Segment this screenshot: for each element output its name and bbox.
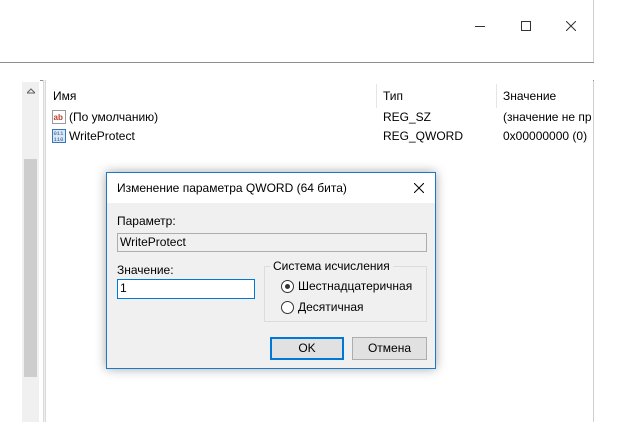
tree-scrollbar[interactable] (22, 82, 39, 422)
maximize-button[interactable] (503, 0, 549, 52)
radio-selected-dot (285, 284, 290, 289)
dialog-close-button[interactable] (409, 178, 429, 198)
radio-decimal[interactable] (281, 301, 294, 314)
dialog-titlebar[interactable]: Изменение параметра QWORD (64 бита) (107, 173, 435, 203)
address-bar[interactable] (0, 62, 594, 81)
cancel-button[interactable]: Отмена (352, 337, 427, 360)
value-type: REG_QWORD (383, 129, 464, 143)
column-header-type[interactable]: Тип (383, 86, 403, 106)
value-data: (значение не пр (503, 110, 592, 124)
list-item[interactable]: 011 110 WriteProtect REG_QWORD 0x0000000… (46, 127, 593, 146)
value-name: (По умолчанию) (69, 110, 159, 124)
value-input[interactable]: 1 (117, 279, 255, 299)
svg-text:110: 110 (54, 136, 64, 143)
ok-button[interactable]: OK (270, 337, 344, 360)
window-titlebar (0, 0, 594, 52)
radio-decimal-label[interactable]: Десятичная (298, 300, 364, 314)
svg-text:ab: ab (54, 113, 63, 122)
binary-value-icon: 011 110 (52, 129, 66, 143)
string-value-icon: ab (52, 110, 66, 124)
dialog-title: Изменение параметра QWORD (64 бита) (117, 181, 347, 195)
param-label: Параметр: (117, 214, 176, 228)
value-label: Значение: (117, 263, 174, 277)
close-icon (566, 21, 576, 31)
column-header-name[interactable]: Имя (53, 86, 76, 106)
maximize-icon (521, 21, 531, 31)
minimize-icon (475, 26, 485, 27)
value-data: 0x00000000 (0) (503, 129, 588, 143)
close-icon (414, 183, 424, 193)
close-button[interactable] (548, 0, 594, 52)
base-group-label: Система исчисления (270, 260, 393, 272)
column-separator[interactable] (496, 84, 497, 108)
column-separator[interactable] (376, 84, 377, 108)
scrollbar-thumb[interactable] (24, 159, 37, 377)
param-name-field: WriteProtect (117, 233, 427, 252)
edit-qword-dialog: Изменение параметра QWORD (64 бита) Пара… (106, 172, 436, 369)
radio-hexadecimal[interactable] (281, 280, 294, 293)
value-name: WriteProtect (69, 129, 135, 143)
value-type: REG_SZ (383, 110, 432, 124)
scroll-up-arrow-icon[interactable] (22, 82, 39, 99)
minimize-button[interactable] (457, 0, 503, 52)
column-header-value[interactable]: Значение (503, 86, 556, 106)
radio-hexadecimal-label[interactable]: Шестнадцатеричная (298, 279, 412, 293)
list-item[interactable]: ab (По умолчанию) REG_SZ (значение не пр (46, 108, 593, 127)
